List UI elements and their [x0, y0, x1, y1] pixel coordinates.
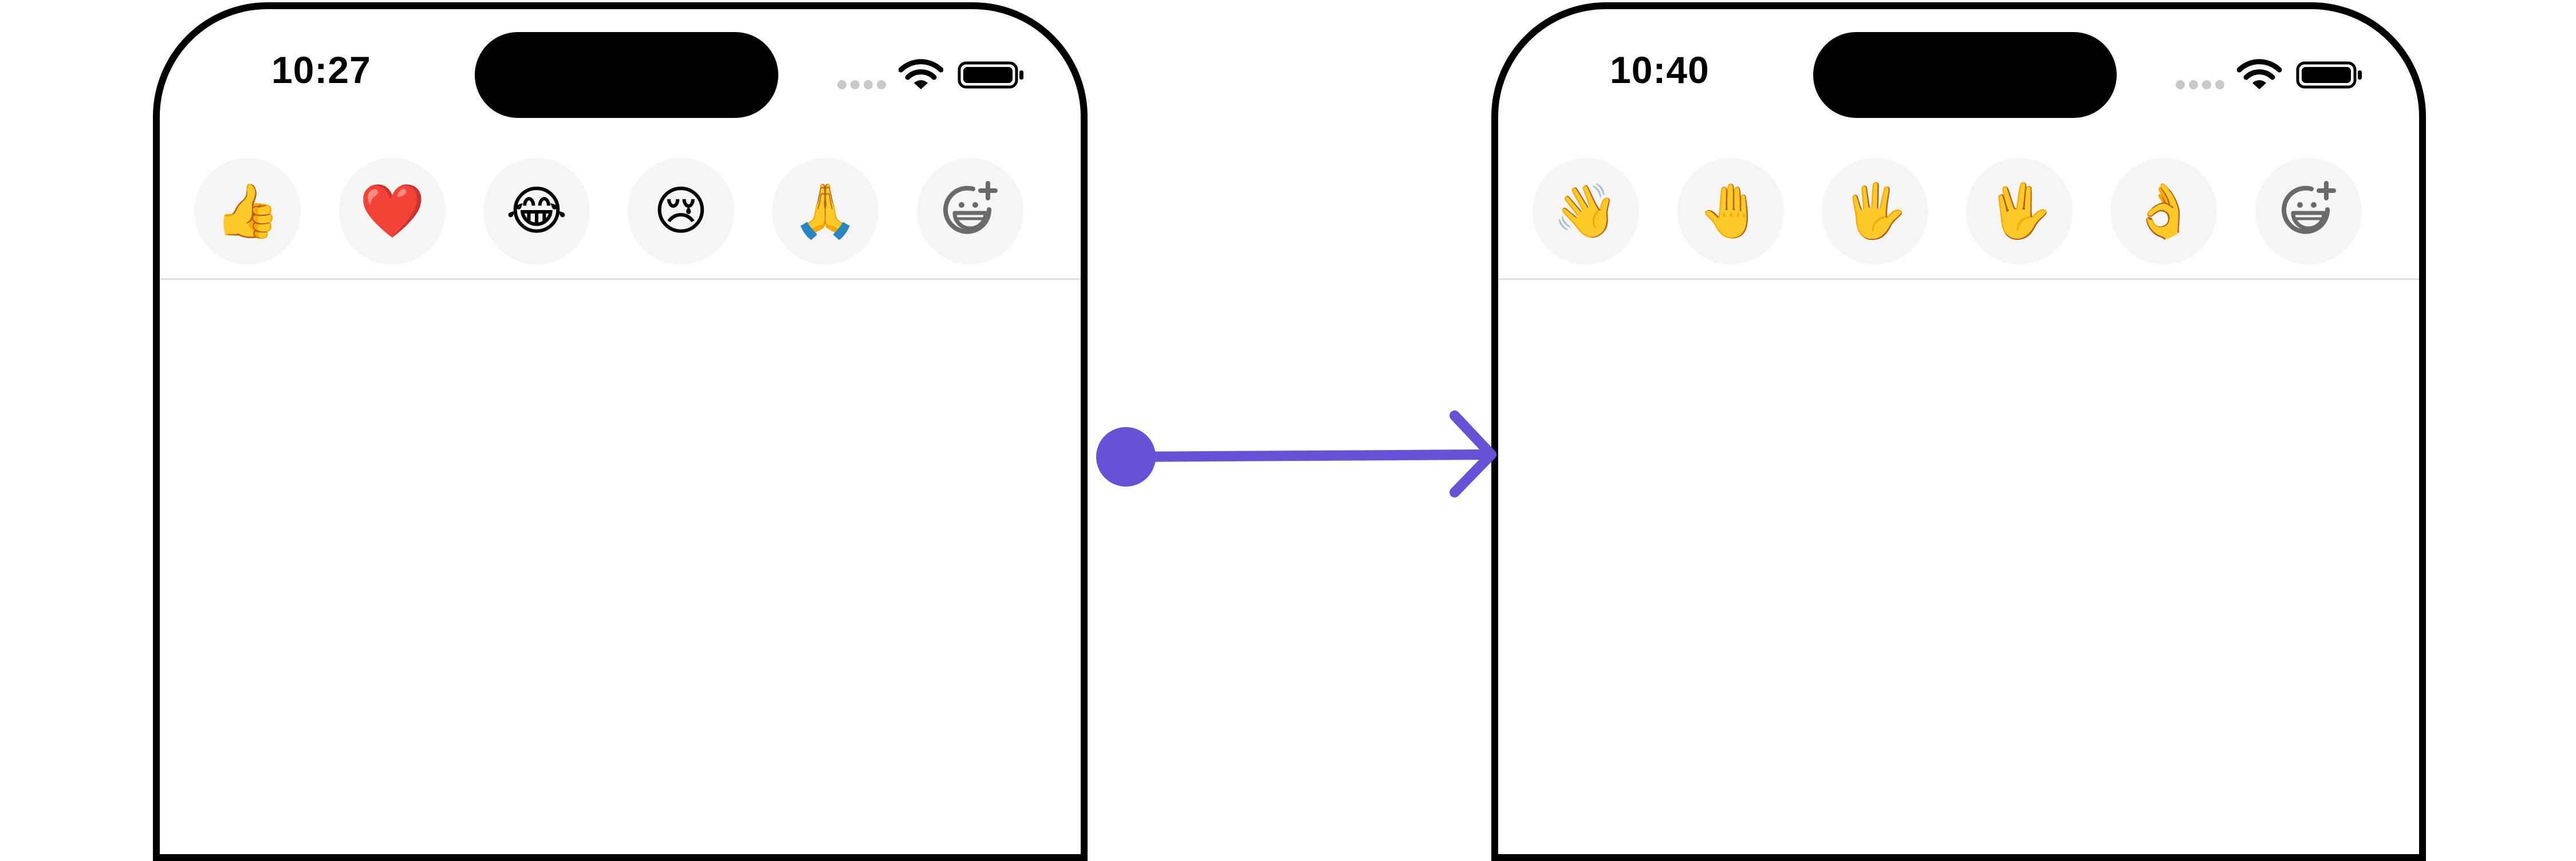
- arrow-line: [1121, 449, 1496, 462]
- transition-arrow: [1096, 410, 1496, 497]
- arrow-origin-dot: [1096, 427, 1156, 487]
